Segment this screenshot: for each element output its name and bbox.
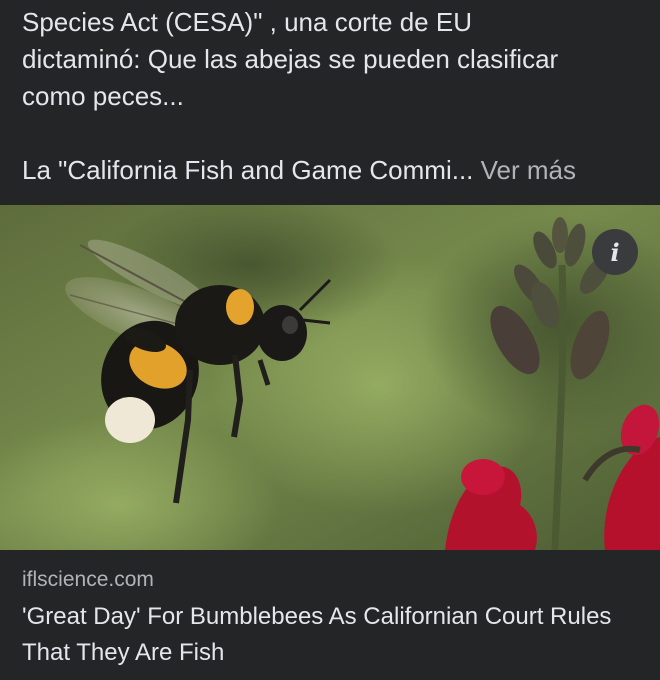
facebook-post: Species Act (CESA)" , una corte de EU di… bbox=[0, 0, 660, 680]
post-text-truncated: La "California Fish and Game Commi... bbox=[22, 155, 474, 185]
link-domain: iflscience.com bbox=[22, 568, 154, 591]
post-text-line: Species Act (CESA)" , una corte de EU bbox=[22, 7, 472, 37]
post-text: Species Act (CESA)" , una corte de EU di… bbox=[22, 4, 642, 189]
link-title[interactable]: 'Great Day' For Bumblebees As California… bbox=[22, 599, 642, 671]
link-preview-image[interactable]: i bbox=[0, 205, 660, 550]
link-preview[interactable]: iflscience.com 'Great Day' For Bumblebee… bbox=[0, 550, 660, 680]
see-more-link[interactable]: Ver más bbox=[481, 155, 576, 185]
post-text-line: dictaminó: Que las abejas se pueden clas… bbox=[22, 44, 559, 74]
post-text-line: como peces... bbox=[22, 81, 184, 111]
info-icon[interactable]: i bbox=[592, 229, 638, 275]
post-text-line: La "California Fish and Game Commi... Ve… bbox=[22, 152, 642, 189]
bumblebee-photo bbox=[0, 205, 660, 550]
